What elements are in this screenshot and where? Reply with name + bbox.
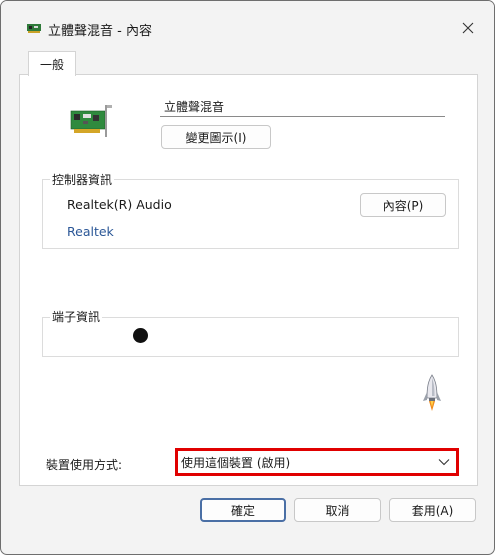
window-title: 立體聲混音 - 內容 [48, 24, 152, 39]
jack-indicator-icon [133, 328, 148, 343]
sound-card-icon [27, 24, 41, 33]
controller-name: Realtek(R) Audio [67, 197, 172, 212]
general-tab-panel: 變更圖示(I) 控制器資訊 Realtek(R) Audio 內容(P) Rea… [19, 74, 478, 486]
controller-vendor-link[interactable]: Realtek [67, 224, 114, 239]
sound-card-icon [70, 105, 112, 137]
device-usage-dropdown[interactable]: 使用這個裝置 (啟用) [175, 448, 459, 476]
chevron-down-icon [438, 459, 450, 466]
ok-button[interactable]: 確定 [200, 498, 286, 522]
cancel-button[interactable]: 取消 [294, 498, 381, 522]
device-usage-selected-value: 使用這個裝置 (啟用) [181, 455, 291, 470]
controller-info-label: 控制器資訊 [50, 171, 115, 188]
controller-properties-button[interactable]: 內容(P) [360, 193, 446, 217]
properties-dialog: 立體聲混音 - 內容 一般 變更圖示(I) 控制器資訊 Realtek(R) A… [0, 0, 495, 555]
device-name-input[interactable] [160, 96, 445, 117]
tab-general[interactable]: 一般 [28, 51, 76, 76]
close-button[interactable] [451, 11, 485, 45]
device-usage-label: 裝置使用方式: [46, 458, 123, 472]
jack-info-group [42, 317, 459, 357]
title-bar: 立體聲混音 - 內容 [1, 1, 494, 51]
close-icon [462, 22, 474, 34]
rocket-icon [423, 374, 441, 411]
jack-info-label: 端子資訊 [50, 308, 103, 325]
apply-button[interactable]: 套用(A) [389, 498, 476, 522]
change-icon-button[interactable]: 變更圖示(I) [161, 125, 271, 149]
